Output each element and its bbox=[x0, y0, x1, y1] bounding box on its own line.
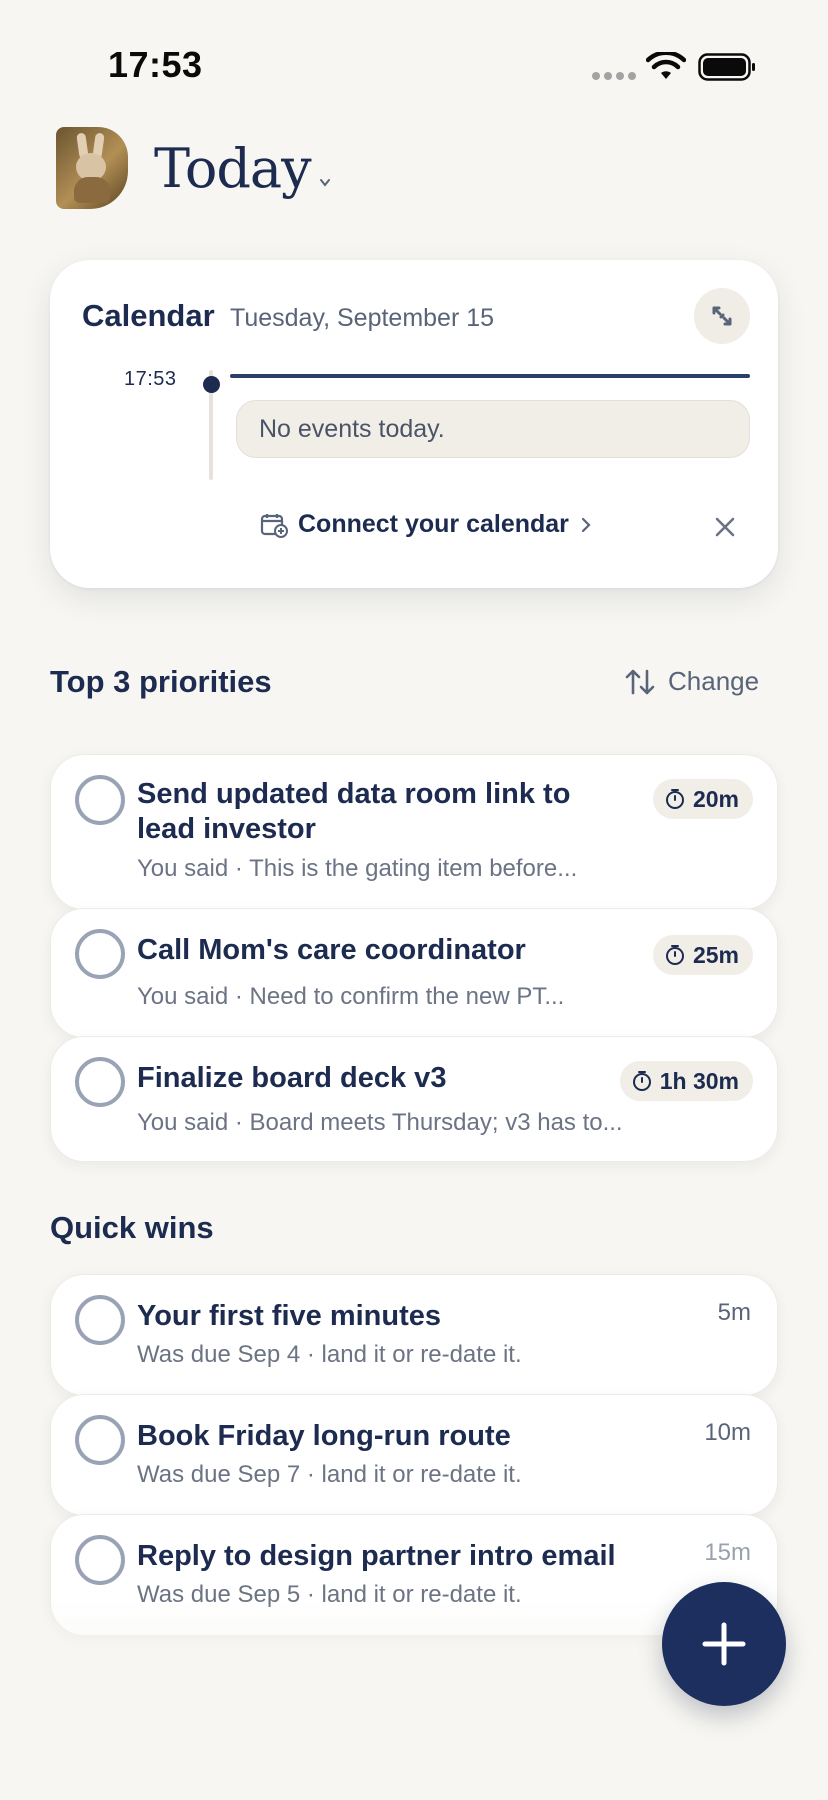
chevron-right-icon bbox=[581, 517, 591, 532]
task-checkbox[interactable] bbox=[75, 929, 125, 979]
priority-task-1[interactable]: Send updated data room link to lead inve… bbox=[50, 754, 778, 910]
priority-task-2[interactable]: Call Mom's care coordinator You said · N… bbox=[50, 908, 778, 1038]
current-time-dot bbox=[203, 376, 220, 393]
priority-task-3[interactable]: Finalize board deck v3 You said · Board … bbox=[50, 1036, 778, 1162]
quick-wins-list: Your first five minutes Was due Sep 4 · … bbox=[50, 1274, 778, 1636]
task-subtitle: You said · This is the gating item befor… bbox=[137, 855, 578, 882]
duration-label: 1h 30m bbox=[659, 1067, 739, 1094]
add-task-button[interactable] bbox=[662, 1582, 786, 1706]
timer-icon bbox=[665, 945, 684, 965]
calendar-title: Calendar bbox=[82, 298, 215, 333]
task-subtitle: Was due Sep 5 · land it or re-date it. bbox=[137, 1581, 522, 1608]
task-title: Your first five minutes bbox=[137, 1300, 442, 1332]
timer-icon bbox=[632, 1071, 651, 1091]
timer-icon bbox=[665, 789, 684, 809]
task-subtitle: Was due Sep 7 · land it or re-date it. bbox=[137, 1461, 522, 1488]
change-button[interactable]: Change bbox=[624, 666, 759, 697]
battery-icon bbox=[698, 53, 755, 81]
sort-arrows-icon bbox=[625, 669, 655, 694]
page-title[interactable]: Today bbox=[154, 137, 312, 200]
task-checkbox[interactable] bbox=[75, 1415, 125, 1465]
task-checkbox[interactable] bbox=[75, 775, 125, 825]
wifi-icon bbox=[646, 52, 686, 79]
calendar-date: Tuesday, September 15 bbox=[230, 304, 495, 332]
change-label: Change bbox=[668, 666, 760, 696]
priorities-list: Send updated data room link to lead inve… bbox=[50, 754, 778, 1162]
duration-badge: 25m bbox=[652, 935, 753, 975]
task-checkbox[interactable] bbox=[75, 1057, 125, 1107]
close-icon[interactable] bbox=[712, 514, 738, 540]
chevron-down-icon[interactable] bbox=[319, 178, 331, 188]
task-subtitle: Was due Sep 4 · land it or re-date it. bbox=[137, 1341, 522, 1368]
status-bar: 17:53 bbox=[0, 0, 828, 130]
current-time-label: 17:53 bbox=[124, 368, 177, 390]
expand-icon bbox=[712, 306, 732, 326]
no-events-message: No events today. bbox=[236, 400, 750, 458]
duration-label: 10m bbox=[704, 1419, 751, 1446]
priorities-section-title: Top 3 priorities bbox=[50, 664, 272, 699]
quick-win-task-1[interactable]: Your first five minutes Was due Sep 4 · … bbox=[50, 1274, 778, 1396]
expand-button[interactable] bbox=[694, 288, 750, 344]
duration-badge: 1h 30m bbox=[619, 1061, 753, 1101]
task-title: Reply to design partner intro email bbox=[137, 1540, 616, 1572]
task-title: Finalize board deck v3 bbox=[137, 1062, 447, 1094]
duration-badge: 20m bbox=[652, 779, 753, 819]
duration-label: 15m bbox=[704, 1539, 751, 1566]
task-title: Call Mom's care coordinator bbox=[137, 934, 526, 966]
connect-calendar-label: Connect your calendar bbox=[298, 510, 569, 538]
page-header: Today bbox=[56, 126, 331, 210]
task-subtitle: You said · Need to confirm the new PT... bbox=[137, 983, 565, 1010]
connect-calendar-link[interactable]: Connect your calendar bbox=[260, 510, 593, 539]
plus-icon bbox=[702, 1622, 746, 1666]
current-time-line bbox=[230, 374, 750, 378]
task-title: Book Friday long-run route bbox=[137, 1420, 511, 1452]
calendar-add-icon bbox=[260, 513, 288, 538]
calendar-card: Calendar Tuesday, September 15 17:53 No … bbox=[50, 260, 778, 588]
task-subtitle: You said · Board meets Thursday; v3 has … bbox=[137, 1109, 623, 1136]
duration-label: 20m bbox=[692, 785, 739, 812]
cellular-signal-icon bbox=[592, 72, 636, 80]
task-title: Send updated data room link to bbox=[137, 778, 571, 810]
task-title-line2: lead investor bbox=[137, 813, 316, 845]
status-time: 17:53 bbox=[108, 44, 203, 85]
quick-win-task-2[interactable]: Book Friday long-run route Was due Sep 7… bbox=[50, 1394, 778, 1516]
bunny-avatar-icon[interactable] bbox=[56, 127, 128, 209]
duration-label: 5m bbox=[717, 1299, 751, 1326]
task-checkbox[interactable] bbox=[75, 1535, 125, 1585]
duration-label: 25m bbox=[692, 941, 739, 968]
quick-wins-section-title: Quick wins bbox=[50, 1210, 214, 1245]
task-checkbox[interactable] bbox=[75, 1295, 125, 1345]
